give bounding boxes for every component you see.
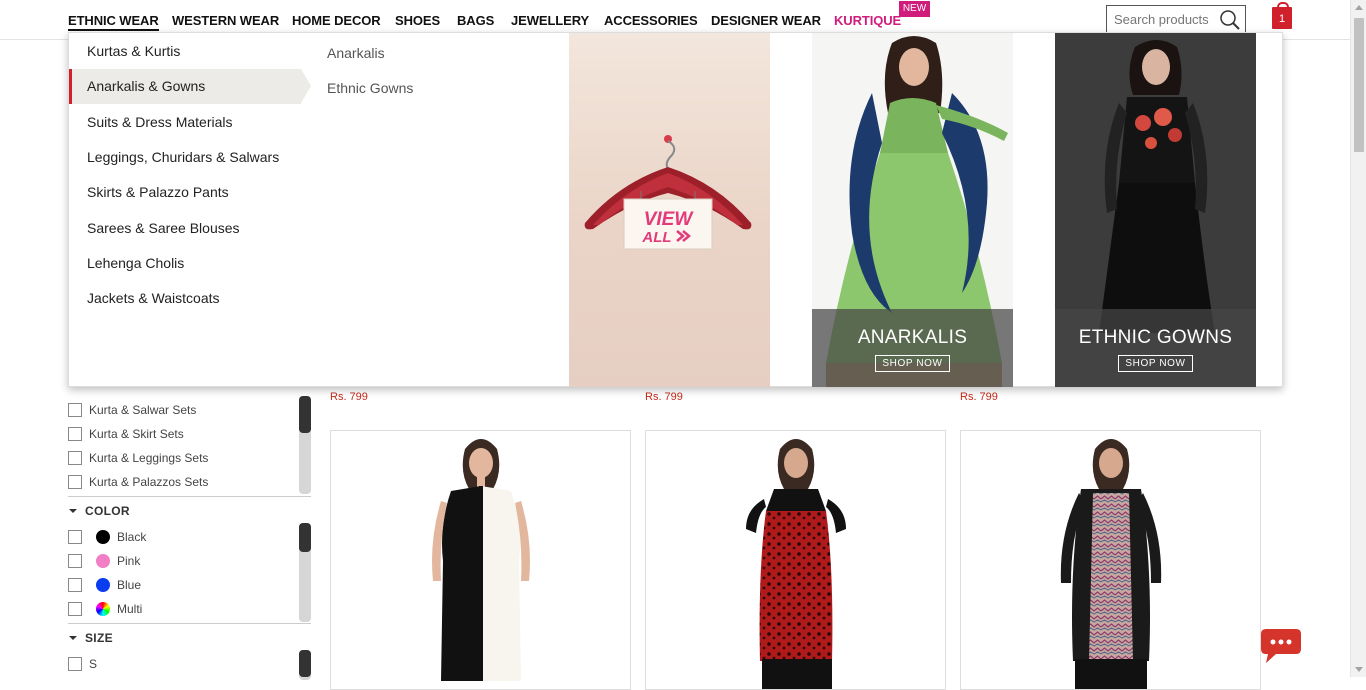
product-price: Rs. 799 [645,391,683,403]
nav-ethnic-wear[interactable]: ETHNIC WEAR [68,13,159,31]
color-swatch [96,602,110,616]
nav-home-decor[interactable]: HOME DECOR [292,13,381,28]
category-skirts-palazzo-pants[interactable]: Skirts & Palazzo Pants [69,175,301,210]
nav-designer-wear[interactable]: DESIGNER WEAR [711,13,821,28]
color-label: Blue [117,578,142,592]
checkbox[interactable] [68,578,82,592]
category-lehenga-cholis[interactable]: Lehenga Cholis [69,246,301,281]
view-all-line1: VIEW [644,209,695,230]
category-sarees-saree-blouses[interactable]: Sarees & Saree Blouses [69,211,301,246]
search-input[interactable] [1107,6,1219,33]
checkbox[interactable] [68,427,82,441]
nav-kurtique[interactable]: KURTIQUE [834,13,901,28]
product-card[interactable] [645,430,946,690]
checkbox[interactable] [68,403,82,417]
filter-scroll-thumb[interactable] [299,523,311,552]
checkbox[interactable] [68,475,82,489]
product-card[interactable] [960,430,1261,690]
size-filter-header[interactable]: SIZE [68,623,311,645]
caret-down-icon [69,635,77,640]
nav-shoes[interactable]: SHOES [395,13,440,28]
color-swatch [96,578,110,592]
filter-scroll-thumb[interactable] [299,396,311,433]
category-leggings-churidars-salwars[interactable]: Leggings, Churidars & Salwars [69,140,301,175]
size-filter-title: SIZE [85,631,113,645]
hanger-icon: VIEW ALL [584,135,752,250]
caret-down-icon [69,508,77,513]
product-image[interactable] [961,431,1261,690]
mega-menu: Kurtas & Kurtis Anarkalis & Gowns Suits … [68,32,1283,387]
color-label: Pink [117,554,141,568]
promo-caption: ANARKALIS SHOP NOW [812,309,1013,387]
filter-option-label: Kurta & Palazzos Sets [89,475,209,489]
chat-bubble-icon[interactable] [1260,627,1302,665]
view-all-promo[interactable]: VIEW ALL [569,33,770,387]
checkbox[interactable] [68,657,82,671]
page-scrollbar[interactable] [1350,0,1366,677]
scroll-up-arrow-icon[interactable] [1355,5,1363,10]
product-image[interactable] [646,431,946,690]
color-filter-header[interactable]: COLOR [68,496,311,518]
view-all-line2: ALL [641,229,671,246]
scroll-down-arrow-icon[interactable] [1355,667,1363,672]
product-image[interactable] [331,431,631,690]
checkbox[interactable] [68,602,82,616]
anarkalis-promo[interactable]: ANARKALIS SHOP NOW [812,33,1013,387]
search-icon[interactable] [1219,9,1241,31]
page-scrollbar-thumb[interactable] [1354,18,1364,152]
shop-now-button[interactable]: SHOP NOW [875,355,950,372]
category-suits-dress-materials[interactable]: Suits & Dress Materials [69,105,301,140]
filter-option-label: Kurta & Salwar Sets [89,403,197,417]
cart-icon[interactable]: 1 [1272,2,1292,29]
nav-accessories[interactable]: ACCESSORIES [604,13,698,28]
nav-western-wear[interactable]: WESTERN WEAR [172,13,279,28]
color-swatch [96,554,110,568]
ethnic-gowns-promo[interactable]: ETHNIC GOWNS SHOP NOW [1055,33,1256,387]
nav-jewellery[interactable]: JEWELLERY [511,13,589,28]
new-badge: NEW [899,1,930,17]
product-price: Rs. 799 [960,391,998,403]
size-label: S [89,657,98,671]
promo-caption: ETHNIC GOWNS SHOP NOW [1055,309,1256,387]
product-card[interactable] [330,430,631,690]
nav-bags[interactable]: BAGS [457,13,494,28]
filter-option-label: Kurta & Leggings Sets [89,451,209,465]
promo-title: ANARKALIS [857,327,968,348]
filter-option-label: Kurta & Skirt Sets [89,427,184,441]
category-kurtas-kurtis[interactable]: Kurtas & Kurtis [69,34,301,69]
category-jackets-waistcoats[interactable]: Jackets & Waistcoats [69,281,301,316]
search-box [1106,5,1246,34]
subcategory-anarkalis[interactable]: Anarkalis [327,45,385,61]
color-filter-title: COLOR [85,504,130,518]
cart-count: 1 [1278,13,1286,25]
color-label: Multi [117,602,143,616]
subcategory-ethnic-gowns[interactable]: Ethnic Gowns [327,80,413,96]
promo-title: ETHNIC GOWNS [1078,327,1233,348]
checkbox[interactable] [68,451,82,465]
checkbox[interactable] [68,530,82,544]
checkbox[interactable] [68,554,82,568]
category-anarkalis-gowns[interactable]: Anarkalis & Gowns [69,69,311,104]
color-swatch [96,530,110,544]
filter-scroll-thumb[interactable] [299,650,311,677]
color-label: Black [117,530,147,544]
product-price: Rs. 799 [330,391,368,403]
shop-now-button[interactable]: SHOP NOW [1118,355,1193,372]
